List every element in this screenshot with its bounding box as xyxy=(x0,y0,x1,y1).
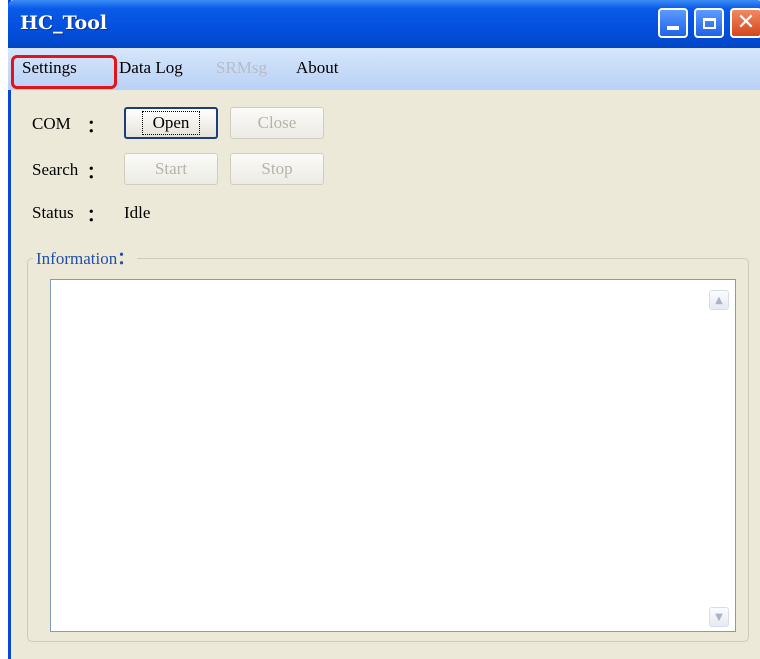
start-button[interactable]: Start xyxy=(124,153,218,185)
information-colon: ： xyxy=(117,249,135,268)
menu-bar: Settings Data Log SRMsg About xyxy=(8,48,760,90)
menu-data-log[interactable]: Data Log xyxy=(119,58,183,78)
close-window-button[interactable]: ✕ xyxy=(730,8,760,38)
scroll-down-button[interactable]: ▼ xyxy=(709,607,729,627)
chevron-down-icon: ▼ xyxy=(715,611,723,623)
chevron-up-icon: ▲ xyxy=(715,294,723,306)
scroll-up-button[interactable]: ▲ xyxy=(709,290,729,310)
close-button[interactable]: Close xyxy=(230,107,324,139)
search-label: Search xyxy=(32,160,79,179)
open-button-label: Open xyxy=(141,111,201,135)
open-button[interactable]: Open xyxy=(124,107,218,139)
title-bar[interactable]: HC_Tool ✕ xyxy=(8,0,760,48)
com-colon: ： xyxy=(87,117,104,136)
window-title: HC_Tool xyxy=(20,12,108,34)
information-group-label: Information： xyxy=(33,244,138,269)
search-colon: ： xyxy=(87,163,104,182)
minimize-button[interactable] xyxy=(658,8,688,38)
menu-srmsg[interactable]: SRMsg xyxy=(216,58,267,78)
stop-button[interactable]: Stop xyxy=(230,153,324,185)
com-label: COM xyxy=(32,114,71,133)
menu-about[interactable]: About xyxy=(296,58,339,78)
information-label: Information xyxy=(36,249,118,268)
maximize-icon xyxy=(702,17,716,29)
maximize-button[interactable] xyxy=(694,8,724,38)
settings-highlight-box xyxy=(11,55,117,89)
status-label: Status xyxy=(32,203,74,222)
close-icon: ✕ xyxy=(736,10,756,35)
minimize-icon xyxy=(667,26,679,30)
status-value: Idle xyxy=(124,203,151,222)
information-textarea[interactable]: ▲ ▼ xyxy=(50,279,736,632)
status-colon: ： xyxy=(87,206,104,225)
